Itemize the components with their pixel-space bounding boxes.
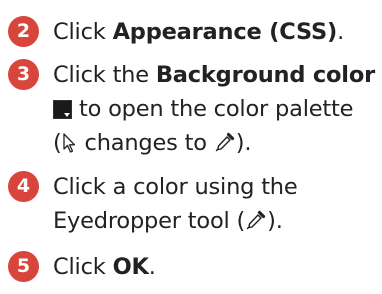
step-text: Click the Background color to open the c… [53, 58, 375, 163]
step-text-prefix: Click [53, 254, 113, 280]
step-5: 5 Click OK. [8, 250, 378, 284]
paren-close: ). [267, 208, 283, 234]
ok-label: OK [112, 254, 149, 280]
paren-close: ). [235, 130, 252, 156]
step-number-badge: 4 [8, 171, 39, 202]
step-number-badge: 3 [8, 59, 39, 90]
step-number-badge: 5 [8, 251, 39, 282]
step-text: Click a color using the Eyedropper tool … [53, 170, 298, 241]
background-color-label: Background color [155, 62, 375, 88]
appearance-css-label: Appearance (CSS) [112, 19, 338, 45]
changes-to-text: changes to [77, 130, 214, 156]
step-text-prefix: Click the [53, 62, 156, 88]
paren-open: ( [53, 130, 62, 156]
eyedropper-icon [214, 129, 236, 163]
step-4: 4 Click a color using the Eyedropper too… [8, 170, 378, 241]
step-text-prefix: Click [53, 19, 113, 45]
arrow-cursor-icon [62, 129, 78, 163]
step-text: Click OK. [53, 250, 156, 284]
step-text-suffix: . [337, 19, 345, 45]
step-number-badge: 2 [8, 16, 39, 47]
eyedropper-icon [245, 207, 267, 241]
color-swatch-icon [53, 100, 72, 119]
step-text: Click Appearance (CSS). [53, 15, 344, 49]
step-text-line2: to open the color palette [72, 96, 354, 122]
step-text-suffix: . [148, 254, 156, 280]
step-2: 2 Click Appearance (CSS). [8, 15, 378, 49]
step-3: 3 Click the Background color to open the… [8, 58, 378, 163]
step-text-line1: Click a color using the [53, 174, 298, 200]
step-text-line2: Eyedropper tool ( [53, 208, 246, 234]
